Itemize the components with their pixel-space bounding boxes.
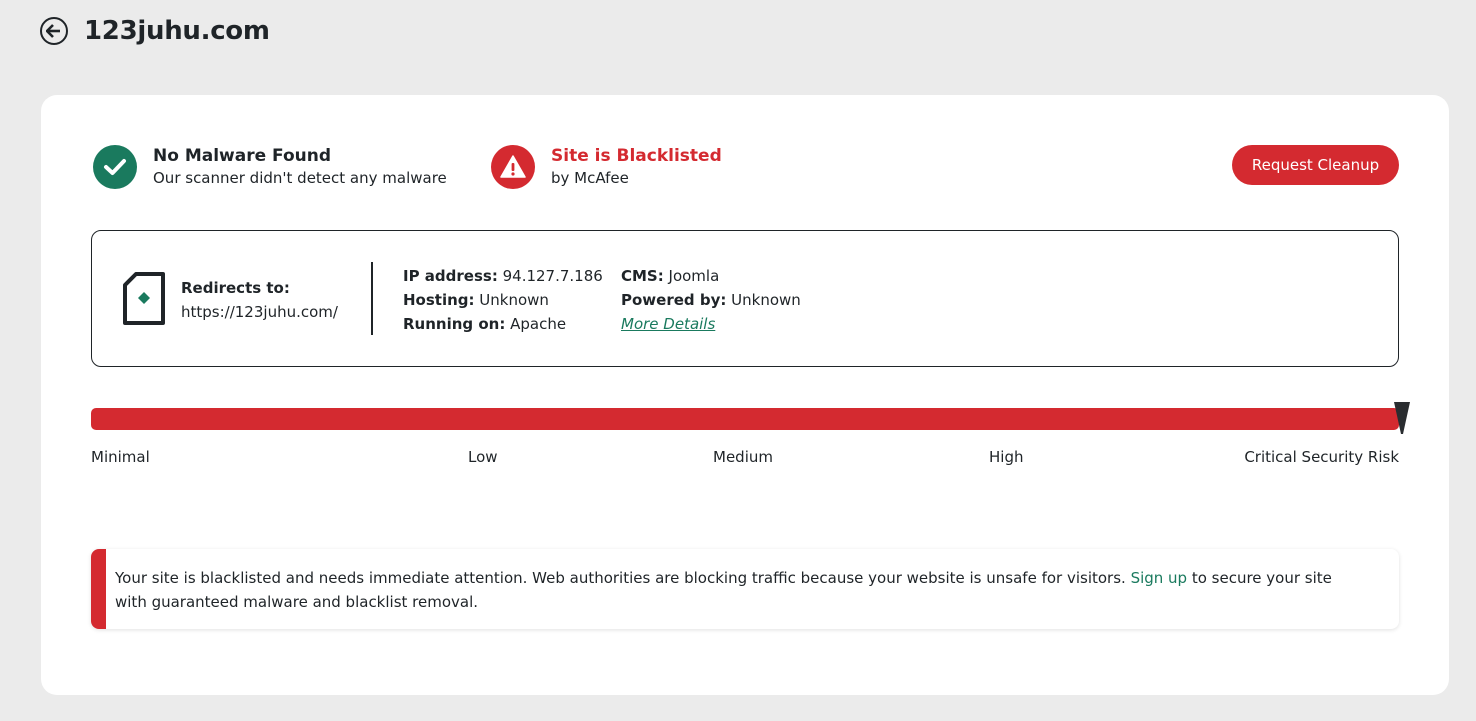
risk-label-medium: Medium <box>713 448 773 466</box>
blacklist-status-title: Site is Blacklisted <box>551 146 722 166</box>
blacklist-status-subtitle: by McAfee <box>551 169 629 187</box>
status-row: No Malware Found Our scanner didn't dete… <box>91 145 1399 191</box>
risk-scale-labels: Minimal Low Medium High Critical Securit… <box>91 448 1399 470</box>
redirect-url: https://123juhu.com/ <box>181 303 338 321</box>
alert-text-before: Your site is blacklisted and needs immed… <box>115 569 1131 587</box>
malware-status-subtitle: Our scanner didn't detect any malware <box>153 169 447 187</box>
ip-value: 94.127.7.186 <box>502 267 603 285</box>
alert-stripe <box>91 549 106 629</box>
arrow-left-icon <box>46 24 60 38</box>
sign-up-link[interactable]: Sign up <box>1131 569 1188 587</box>
software-info-column: CMS: Joomla Powered by: Unknown More Det… <box>621 264 801 336</box>
powered-by-label: Powered by: <box>621 291 727 309</box>
hosting-value: Unknown <box>479 291 549 309</box>
blacklist-alert: Your site is blacklisted and needs immed… <box>91 549 1399 629</box>
redirect-info: Redirects to: https://123juhu.com/ <box>181 276 338 324</box>
risk-label-minimal: Minimal <box>91 448 150 466</box>
cms-label: CMS: <box>621 267 664 285</box>
powered-by-value: Unknown <box>731 291 801 309</box>
ip-label: IP address: <box>403 267 498 285</box>
running-on-value: Apache <box>510 315 567 333</box>
risk-level-bar <box>91 408 1399 430</box>
risk-label-high: High <box>989 448 1024 466</box>
document-icon <box>122 272 166 330</box>
site-info-box: Redirects to: https://123juhu.com/ IP ad… <box>91 230 1399 367</box>
hosting-label: Hosting: <box>403 291 475 309</box>
request-cleanup-button[interactable]: Request Cleanup <box>1232 145 1399 185</box>
page-title: 123juhu.com <box>84 16 270 46</box>
risk-label-low: Low <box>468 448 498 466</box>
page-header: 123juhu.com <box>40 14 270 48</box>
warning-icon <box>491 145 535 189</box>
info-divider <box>371 262 373 335</box>
scan-result-card: No Malware Found Our scanner didn't dete… <box>41 95 1449 695</box>
running-on-label: Running on: <box>403 315 506 333</box>
blacklist-status: Site is Blacklisted by McAfee <box>491 145 722 189</box>
redirect-label: Redirects to: <box>181 279 290 297</box>
malware-status: No Malware Found Our scanner didn't dete… <box>93 145 447 189</box>
risk-label-critical: Critical Security Risk <box>1244 448 1399 466</box>
malware-status-title: No Malware Found <box>153 146 332 166</box>
more-details-link[interactable]: More Details <box>621 315 715 333</box>
back-button[interactable] <box>40 17 68 45</box>
cms-value: Joomla <box>668 267 720 285</box>
server-info-column: IP address: 94.127.7.186 Hosting: Unknow… <box>403 264 603 336</box>
risk-marker-icon <box>1393 401 1411 439</box>
check-icon <box>93 145 137 189</box>
alert-message: Your site is blacklisted and needs immed… <box>115 566 1359 614</box>
